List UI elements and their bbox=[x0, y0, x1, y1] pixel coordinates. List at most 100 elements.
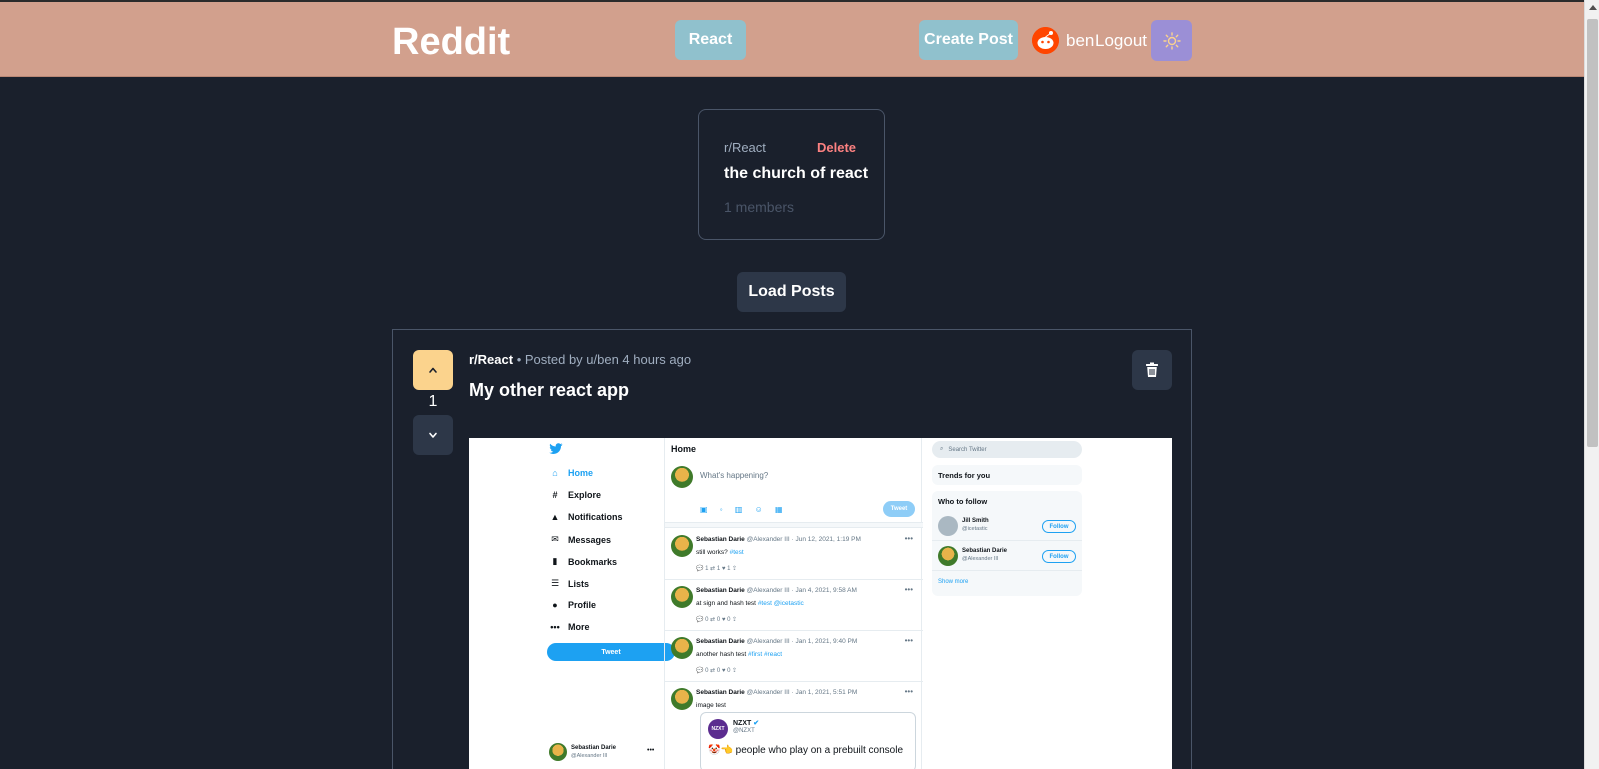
search-icon: ⌕ bbox=[940, 446, 944, 452]
tw-feed: Home What's happening? ▣ ◦ ▥ ☺ ▦ Tweet S… bbox=[664, 438, 923, 769]
post-meta: r/React • Posted by u/ben 4 hours ago bbox=[469, 352, 691, 367]
tw-follow-box: Who to follow Jill Smith @icetastic Foll… bbox=[932, 491, 1082, 596]
theme-toggle-button[interactable] bbox=[1151, 20, 1192, 61]
tw-tweet: Sebastian Darie @Alexander III · Jun 12,… bbox=[665, 529, 923, 580]
tw-tweet-more-icon: ••• bbox=[904, 687, 913, 696]
post-subreddit-link[interactable]: r/React bbox=[469, 352, 513, 367]
username-label: ben bbox=[1066, 31, 1095, 50]
sun-icon bbox=[1162, 31, 1181, 50]
tw-tweet-text: still works? #test bbox=[696, 549, 744, 556]
tw-separator bbox=[665, 522, 923, 528]
logout-link[interactable]: Logout bbox=[1095, 31, 1147, 51]
load-posts-button[interactable]: Load Posts bbox=[737, 272, 846, 312]
tw-embedded-tweet: NZXT NZXT ✔ @NZXT 🤡👈 people who play on … bbox=[700, 712, 916, 769]
post-card: 1 r/React • Posted by u/ben 4 hours ago … bbox=[392, 329, 1192, 769]
tw-trends-title: Trends for you bbox=[938, 471, 991, 480]
tw-feed-title: Home bbox=[671, 444, 697, 454]
tw-follow-handle: @icetastic bbox=[962, 526, 988, 532]
navbar: Reddit React Create Post ben Logout bbox=[0, 2, 1584, 77]
tw-tweet-actions: 💬 1 ⇄ 1 ♥ 1 ⇪ bbox=[696, 566, 738, 572]
tw-tweet-author: Sebastian Darie @Alexander III · Jan 1, … bbox=[696, 689, 858, 696]
tw-tweet-author: Sebastian Darie @Alexander III · Jan 1, … bbox=[696, 638, 858, 645]
create-post-button[interactable]: Create Post bbox=[919, 20, 1018, 60]
tw-embed-handle: @NZXT bbox=[733, 728, 755, 734]
tw-tweet: Sebastian Darie @Alexander III · Jan 1, … bbox=[665, 631, 923, 682]
vote-count: 1 bbox=[428, 393, 438, 410]
tw-default-avatar bbox=[938, 516, 958, 536]
tw-embed-text: 🤡👈 people who play on a prebuilt console bbox=[708, 745, 904, 756]
trash-icon bbox=[1146, 362, 1158, 377]
tw-follow-title: Who to follow bbox=[938, 497, 988, 506]
tw-tweet-actions: 💬 0 ⇄ 0 ♥ 0 ⇪ bbox=[696, 617, 738, 623]
hash-icon: # bbox=[552, 490, 558, 500]
tw-tweet: Sebastian Darie @Alexander III · Jan 4, … bbox=[665, 580, 923, 631]
twitter-bird-icon bbox=[549, 443, 563, 454]
tw-account-avatar bbox=[549, 743, 567, 761]
upvote-button[interactable] bbox=[413, 350, 453, 390]
tw-show-more: Show more bbox=[938, 579, 969, 585]
tw-follow-row: Jill Smith @icetastic Follow bbox=[932, 511, 1082, 541]
community-card: r/React Delete the church of react 1 mem… bbox=[698, 109, 885, 240]
tw-account-more-icon: ••• bbox=[647, 747, 655, 754]
reddit-snoo-icon bbox=[1032, 27, 1059, 54]
home-icon: ⌂ bbox=[552, 468, 558, 478]
tw-sidebar-lists: ☰ Lists bbox=[550, 578, 590, 589]
tw-embed-name: NZXT ✔ bbox=[733, 720, 760, 727]
tw-tweet-more-icon: ••• bbox=[904, 534, 913, 543]
scroll-up-arrow-icon[interactable] bbox=[1589, 5, 1597, 10]
tw-tweet-author: Sebastian Darie @Alexander III · Jan 4, … bbox=[696, 587, 857, 594]
tw-compose-placeholder: What's happening? bbox=[700, 471, 769, 480]
delete-post-button[interactable] bbox=[1132, 350, 1172, 390]
chevron-up-icon bbox=[429, 367, 437, 373]
tw-tweet-more-icon: ••• bbox=[904, 585, 913, 594]
tw-tweet-text: another hash test #first #react bbox=[696, 651, 783, 658]
tw-tweet-avatar bbox=[671, 586, 693, 608]
tw-tweet-author: Sebastian Darie @Alexander III · Jun 12,… bbox=[696, 536, 861, 543]
tw-account-handle: @Alexander III bbox=[571, 753, 608, 759]
bookmark-icon: ▮ bbox=[552, 556, 558, 566]
tw-tweet-avatar bbox=[671, 688, 693, 710]
downvote-button[interactable] bbox=[413, 415, 453, 455]
verified-badge-icon: ✔ bbox=[753, 720, 760, 727]
brand-logo[interactable]: Reddit bbox=[392, 20, 510, 64]
tw-sidebar-notifications: ▲ Notifications bbox=[550, 512, 623, 522]
tw-tweet-avatar bbox=[671, 535, 693, 557]
mail-icon: ✉ bbox=[551, 534, 559, 544]
delete-community-button[interactable]: Delete bbox=[817, 140, 856, 155]
tw-sidebar-home: ⌂ Home bbox=[549, 468, 593, 478]
tw-follow-handle: @Alexander III bbox=[962, 556, 999, 562]
tw-compose-media-icons: ▣ ◦ ▥ ☺ ▦ bbox=[700, 505, 788, 514]
community-description: the church of react bbox=[724, 165, 869, 182]
tw-sidebar-explore: # Explore bbox=[549, 490, 601, 500]
scrollbar-thumb[interactable] bbox=[1587, 19, 1598, 447]
tw-tweet-avatar bbox=[671, 637, 693, 659]
page-scrollbar[interactable] bbox=[1584, 0, 1599, 769]
tw-follow-avatar bbox=[938, 546, 958, 566]
post-byline: • Posted by u/ben 4 hours ago bbox=[516, 352, 692, 367]
tw-follow-name: Sebastian Darie bbox=[962, 548, 1008, 554]
bell-icon: ▲ bbox=[550, 512, 560, 522]
post-title[interactable]: My other react app bbox=[469, 380, 629, 401]
react-community-button[interactable]: React bbox=[675, 20, 746, 60]
tw-follow-button: Follow bbox=[1042, 550, 1076, 563]
tw-compose-tweet-button: Tweet bbox=[883, 501, 915, 517]
tw-tweet-text: image test bbox=[696, 702, 726, 709]
tw-compose-avatar bbox=[671, 466, 693, 488]
nzxt-logo-icon: NZXT bbox=[708, 719, 728, 739]
tw-sidebar-profile: ● Profile bbox=[549, 600, 596, 610]
tw-sidebar-messages: ✉ Messages bbox=[549, 534, 611, 545]
tw-follow-name: Jill Smith bbox=[962, 518, 989, 524]
tw-follow-button: Follow bbox=[1042, 520, 1076, 533]
list-icon: ☰ bbox=[550, 578, 560, 588]
tw-tweet-button: Tweet bbox=[547, 643, 675, 661]
tw-tweet-actions: 💬 0 ⇄ 0 ♥ 0 ⇪ bbox=[696, 668, 738, 674]
tw-trends-box: Trends for you bbox=[932, 465, 1082, 485]
more-icon: ••• bbox=[550, 622, 560, 632]
tw-tweet-text: at sign and hash test #test @icetastic bbox=[696, 600, 804, 607]
community-name[interactable]: r/React bbox=[724, 140, 766, 155]
user-avatar bbox=[1032, 27, 1059, 54]
post-image[interactable]: ⌂ Home # Explore ▲ Notifications ✉ Messages … bbox=[469, 438, 1172, 769]
tw-sidebar-bookmarks: ▮ Bookmarks bbox=[549, 556, 618, 567]
tw-follow-row: Sebastian Darie @Alexander III Follow bbox=[932, 541, 1082, 571]
chevron-down-icon bbox=[429, 432, 437, 438]
